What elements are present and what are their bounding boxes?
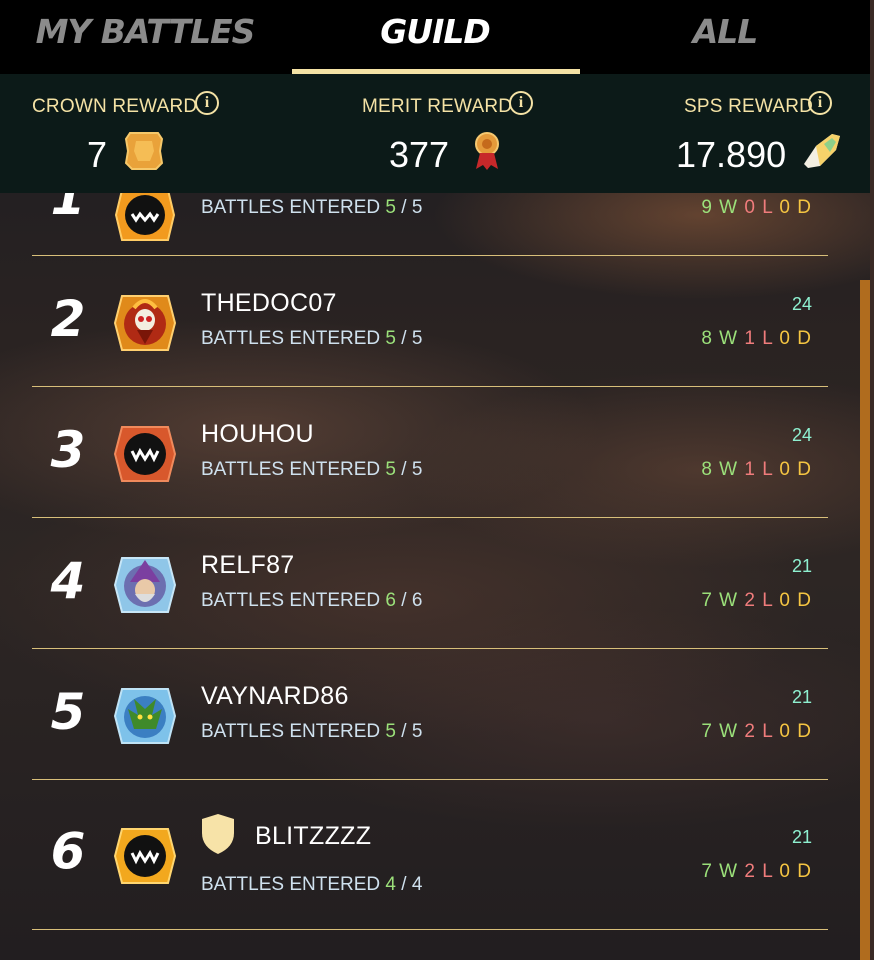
crown-reward-label: CROWN REWARD bbox=[32, 96, 198, 117]
crown-reward-value: 7 bbox=[87, 134, 108, 175]
player-name[interactable]: RELF87 bbox=[201, 551, 295, 580]
rank-number: 2 bbox=[50, 290, 86, 348]
tab-bar: MY BATTLES GUILD ALL bbox=[0, 0, 870, 74]
rank-number: 3 bbox=[50, 421, 86, 479]
info-icon[interactable]: i bbox=[509, 91, 533, 115]
battles-entered: BATTLES ENTERED 5 / 5 bbox=[201, 328, 423, 349]
win-loss-draw: 7 W 2 L 0 D bbox=[701, 721, 812, 742]
battles-entered: BATTLES ENTERED 5 / 5 bbox=[201, 197, 423, 218]
merit-reward-value: 377 bbox=[389, 134, 450, 175]
rank-number: 6 bbox=[50, 822, 86, 880]
tab-all[interactable]: ALL bbox=[580, 0, 870, 74]
win-loss-draw: 9 W 0 L 0 D bbox=[701, 197, 812, 218]
battles-entered: BATTLES ENTERED 5 / 5 bbox=[201, 459, 423, 480]
battles-entered: BATTLES ENTERED 6 / 6 bbox=[201, 590, 423, 611]
rank-number: 4 bbox=[50, 552, 86, 610]
player-score: 21 bbox=[791, 687, 812, 707]
leaderboard-row[interactable]: 4 RELF87 BATTLES ENTERED 6 / 6 21 7 W 2 … bbox=[32, 518, 828, 649]
battles-entered: BATTLES ENTERED 5 / 5 bbox=[201, 721, 423, 742]
player-name[interactable]: VAYNARD86 bbox=[201, 682, 349, 711]
player-name[interactable]: HOUHOU bbox=[201, 420, 314, 449]
player-name[interactable]: BLITZZZZ bbox=[255, 822, 371, 851]
win-loss-draw: 7 W 2 L 0 D bbox=[701, 590, 812, 611]
crown-reward: CROWN REWARD i 7 bbox=[0, 74, 290, 193]
win-loss-draw: 8 W 1 L 0 D bbox=[701, 459, 812, 480]
tab-my-battles[interactable]: MY BATTLES bbox=[0, 0, 290, 74]
player-avatar[interactable] bbox=[112, 290, 178, 356]
player-score: 24 bbox=[791, 425, 812, 445]
win-loss-draw: 8 W 1 L 0 D bbox=[701, 328, 812, 349]
leaderboard-row[interactable]: 2 THEDOC07 BATTLES ENTERED 5 / 5 24 8 W … bbox=[32, 256, 828, 387]
player-score: 24 bbox=[791, 294, 812, 314]
player-avatar[interactable] bbox=[112, 823, 178, 889]
sps-reward: SPS REWARD i 17.890 bbox=[590, 74, 870, 193]
sps-crystal-icon bbox=[804, 134, 840, 168]
player-score: 21 bbox=[791, 556, 812, 576]
reward-bar: CROWN REWARD i 7 MERIT REWARD i 377 SPS … bbox=[0, 74, 870, 193]
merit-reward: MERIT REWARD i 377 bbox=[290, 74, 590, 193]
player-score: 21 bbox=[791, 827, 812, 847]
info-icon[interactable]: i bbox=[195, 91, 219, 115]
sps-reward-label: SPS REWARD bbox=[684, 96, 814, 117]
info-icon[interactable]: i bbox=[808, 91, 832, 115]
merit-medal-icon bbox=[475, 132, 499, 170]
sps-reward-value: 17.890 bbox=[676, 134, 787, 175]
merit-reward-label: MERIT REWARD bbox=[362, 96, 513, 117]
player-avatar[interactable] bbox=[112, 552, 178, 618]
battles-entered: BATTLES ENTERED 4 / 4 bbox=[201, 874, 423, 895]
player-avatar[interactable] bbox=[112, 683, 178, 749]
window-edge bbox=[870, 0, 874, 960]
guild-shield-icon bbox=[202, 814, 234, 854]
tab-guild[interactable]: GUILD bbox=[290, 0, 580, 74]
leaderboard-row[interactable]: 5 VAYNARD86 BATTLES ENTERED 5 / 5 21 7 W… bbox=[32, 649, 828, 780]
leaderboard-row[interactable]: 6 BLITZZZZ BATTLES ENTERED 4 / 4 21 7 W … bbox=[32, 780, 828, 930]
win-loss-draw: 7 W 2 L 0 D bbox=[701, 861, 812, 882]
rank-number: 5 bbox=[50, 683, 86, 741]
crown-token-icon bbox=[124, 132, 164, 170]
scrollbar-thumb[interactable] bbox=[860, 280, 870, 960]
player-name[interactable]: THEDOC07 bbox=[201, 289, 337, 318]
player-avatar[interactable] bbox=[112, 421, 178, 487]
leaderboard-row[interactable]: 3 HOUHOU BATTLES ENTERED 5 / 5 24 8 W 1 … bbox=[32, 387, 828, 518]
